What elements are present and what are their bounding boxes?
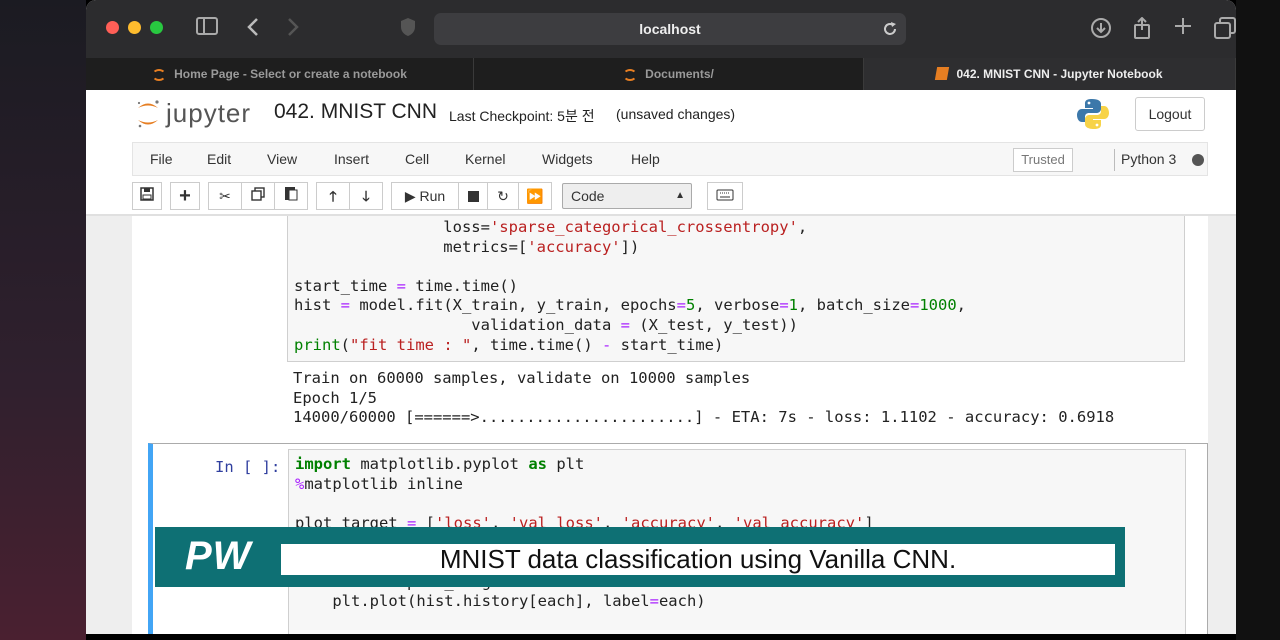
menu-file[interactable]: File: [150, 143, 173, 177]
desktop-background: [0, 0, 86, 640]
keyboard-icon: [716, 189, 734, 201]
browser-titlebar: localhost: [86, 0, 1236, 58]
output-line-3: 14000/60000 [======>....................…: [293, 408, 1115, 427]
jupyter-favicon-icon: [152, 69, 167, 81]
logout-button[interactable]: Logout: [1135, 97, 1205, 131]
restart-button[interactable]: ↻: [487, 182, 519, 210]
share-icon[interactable]: [1132, 16, 1152, 44]
code-line-1: import matplotlib.pyplot as plt: [295, 455, 585, 473]
privacy-shield-icon[interactable]: [400, 17, 416, 42]
caption-badge: PW: [185, 534, 252, 578]
reload-icon[interactable]: [882, 13, 898, 56]
cell-type-value: Code: [571, 188, 605, 204]
trusted-indicator[interactable]: Trusted: [1013, 148, 1073, 172]
code-line-7: print("fit time : ", time.time() - start…: [294, 335, 724, 354]
kernel-status-icon: [1192, 154, 1204, 166]
menubar-separator: [1114, 149, 1115, 171]
tab-home-page[interactable]: Home Page - Select or create a notebook: [86, 58, 474, 90]
tab-label: 042. MNIST CNN - Jupyter Notebook: [956, 67, 1163, 81]
tab-documents[interactable]: Documents/: [474, 58, 864, 90]
address-bar[interactable]: localhost: [434, 13, 906, 45]
play-icon: ▶: [404, 188, 416, 204]
cell-type-select[interactable]: Code ▲▼: [562, 183, 692, 225]
sidebar-icon[interactable]: [196, 17, 218, 40]
forward-arrow-icon[interactable]: [286, 17, 300, 42]
run-button[interactable]: ▶ Run: [391, 182, 459, 210]
restart-run-all-button[interactable]: ⏩: [518, 182, 552, 210]
move-up-button[interactable]: 🡑: [316, 182, 350, 210]
last-checkpoint: Last Checkpoint: 5분 전: [449, 108, 595, 124]
notebook-favicon-icon: [935, 67, 950, 80]
jupyter-logo-icon[interactable]: [136, 99, 160, 129]
scissors-icon: ✂: [219, 188, 231, 204]
cut-button[interactable]: ✂: [208, 182, 242, 210]
save-icon: [140, 187, 154, 201]
output-line-2: Epoch 1/5: [293, 388, 377, 407]
arrow-up-icon: 🡑: [329, 188, 337, 204]
code-line-1: loss='sparse_categorical_crossentropy',: [294, 218, 808, 236]
output-line-1: Train on 60000 samples, validate on 1000…: [293, 369, 751, 387]
fast-forward-icon: ⏩: [526, 188, 544, 204]
paste-icon: [285, 187, 298, 201]
insert-cell-button[interactable]: +: [170, 182, 200, 210]
move-down-button[interactable]: 🡓: [349, 182, 383, 210]
notebook-toolbar: + ✂ 🡑 🡓 ▶ Run ↻ ⏩ Code ▲▼: [132, 182, 832, 225]
menu-insert[interactable]: Insert: [334, 143, 369, 177]
plus-icon: +: [179, 185, 191, 207]
code-editor[interactable]: loss='sparse_categorical_crossentropy', …: [294, 218, 966, 355]
jupyter-favicon-icon: [623, 69, 638, 81]
notebook-title[interactable]: 042. MNIST CNN: [274, 100, 437, 124]
code-line-2: metrics=['accuracy']): [294, 237, 640, 256]
menu-cell[interactable]: Cell: [405, 143, 429, 177]
notebook-menubar: File Edit View Insert Cell Kernel Widget…: [132, 142, 1208, 176]
tab-mnist-cnn-notebook[interactable]: 042. MNIST CNN - Jupyter Notebook: [864, 58, 1236, 90]
copy-button[interactable]: [241, 182, 275, 210]
jupyter-brand[interactable]: jupyter: [166, 98, 251, 129]
code-cell-input[interactable]: loss='sparse_categorical_crossentropy', …: [287, 216, 1185, 362]
unsaved-status: (unsaved changes): [616, 106, 736, 122]
interrupt-button[interactable]: [458, 182, 488, 210]
zoom-window-button[interactable]: [150, 21, 163, 34]
desktop-background-right: [1236, 0, 1280, 640]
stop-icon: [467, 191, 479, 202]
menu-widgets[interactable]: Widgets: [542, 143, 593, 177]
python-logo-icon: [1077, 99, 1109, 129]
address-text: localhost: [639, 21, 701, 37]
code-line-4: start_time = time.time(): [294, 276, 518, 295]
code-line-8: plt.plot(hist.history[each], label=each): [295, 592, 706, 611]
jupyter-header: jupyter 042. MNIST CNN Last Checkpoint: …: [86, 90, 1236, 140]
menu-view[interactable]: View: [267, 143, 297, 177]
paste-button[interactable]: [274, 182, 308, 210]
run-label: Run: [419, 188, 446, 204]
code-line-2: %matplotlib inline: [295, 474, 463, 493]
menu-kernel[interactable]: Kernel: [465, 143, 505, 177]
restart-icon: ↻: [497, 188, 509, 204]
code-line-5: hist = model.fit(X_train, y_train, epoch…: [294, 296, 967, 315]
tab-label: Documents/: [645, 67, 714, 81]
arrow-down-icon: 🡓: [362, 188, 370, 204]
save-button[interactable]: [132, 182, 162, 210]
command-palette-button[interactable]: [707, 182, 743, 210]
copy-icon: [251, 187, 265, 201]
menu-edit[interactable]: Edit: [207, 143, 231, 177]
input-prompt: In [ ]:: [215, 458, 281, 476]
menu-help[interactable]: Help: [631, 143, 660, 177]
cell-output: Train on 60000 samples, validate on 1000…: [293, 369, 1114, 428]
code-line-6: validation_data = (X_test, y_test)): [294, 315, 798, 334]
minimize-window-button[interactable]: [128, 21, 141, 34]
caption-text: MNIST data classification using Vanilla …: [279, 542, 1117, 577]
tab-label: Home Page - Select or create a notebook: [174, 67, 407, 81]
download-icon[interactable]: [1090, 17, 1112, 44]
browser-tab-strip: Home Page - Select or create a notebook …: [86, 58, 1236, 90]
close-window-button[interactable]: [106, 21, 119, 34]
tab-overview-icon[interactable]: [1214, 17, 1236, 44]
new-tab-plus-icon[interactable]: [1174, 17, 1192, 40]
kernel-name[interactable]: Python 3: [1121, 143, 1176, 176]
back-arrow-icon[interactable]: [246, 17, 260, 42]
